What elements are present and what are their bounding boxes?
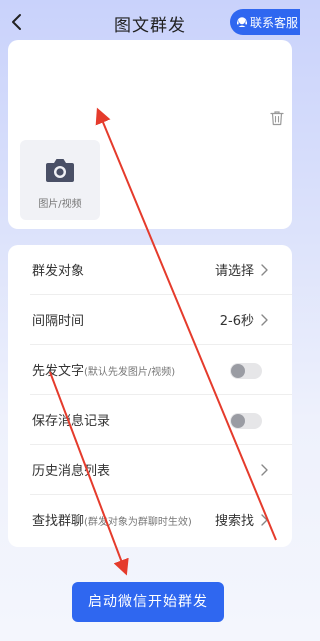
toggle-knob xyxy=(231,364,245,378)
text-first-note: (默认先发图片/视频) xyxy=(84,367,176,378)
find-group-label: 查找群聊(群发对象为群聊时生效) xyxy=(32,510,192,529)
toggle-knob xyxy=(231,414,245,428)
chevron-right-icon xyxy=(261,314,268,326)
history-label: 历史消息列表 xyxy=(32,464,111,479)
find-group-value: 搜索找 xyxy=(214,514,254,529)
target-value: 请选择 xyxy=(214,264,254,279)
contact-support-label: 联系客服 xyxy=(250,15,299,30)
settings-card: 群发对象 请选择 间隔时间 2-6秒 先发文字(默认先发图片/视频) 保存消息记… xyxy=(8,245,292,547)
find-group-row[interactable]: 查找群聊(群发对象为群聊时生效) 搜索找 xyxy=(30,495,292,545)
contact-support-button[interactable]: 联系客服 xyxy=(230,9,300,35)
interval-label: 间隔时间 xyxy=(32,314,85,329)
camera-icon xyxy=(46,159,74,182)
top-bar: 图文群发 联系客服 xyxy=(0,0,300,44)
text-first-row: 先发文字(默认先发图片/视频) xyxy=(30,345,292,395)
target-row[interactable]: 群发对象 请选择 xyxy=(30,245,292,295)
find-group-title: 查找群聊 xyxy=(32,514,85,529)
add-media-label: 图片/视频 xyxy=(38,199,82,210)
history-row[interactable]: 历史消息列表 xyxy=(30,445,292,495)
save-record-label: 保存消息记录 xyxy=(32,414,111,429)
text-first-title: 先发文字 xyxy=(32,364,85,379)
add-media-button[interactable]: 图片/视频 xyxy=(20,140,100,220)
chevron-right-icon xyxy=(261,264,268,276)
text-first-toggle[interactable] xyxy=(230,363,262,379)
save-record-toggle[interactable] xyxy=(230,413,262,429)
start-broadcast-button[interactable]: 启动微信开始群发 xyxy=(72,582,224,622)
interval-row[interactable]: 间隔时间 2-6秒 xyxy=(30,295,292,345)
headset-icon xyxy=(237,17,247,27)
trash-icon[interactable] xyxy=(270,110,284,126)
target-label: 群发对象 xyxy=(32,264,85,279)
find-group-note: (群发对象为群聊时生效) xyxy=(84,517,192,528)
save-record-row: 保存消息记录 xyxy=(30,395,292,445)
interval-value: 2-6秒 xyxy=(219,314,254,329)
chevron-right-icon xyxy=(261,514,268,526)
text-first-label: 先发文字(默认先发图片/视频) xyxy=(32,360,175,379)
chevron-right-icon xyxy=(261,464,268,476)
content-card[interactable]: 图片/视频 xyxy=(8,40,292,229)
